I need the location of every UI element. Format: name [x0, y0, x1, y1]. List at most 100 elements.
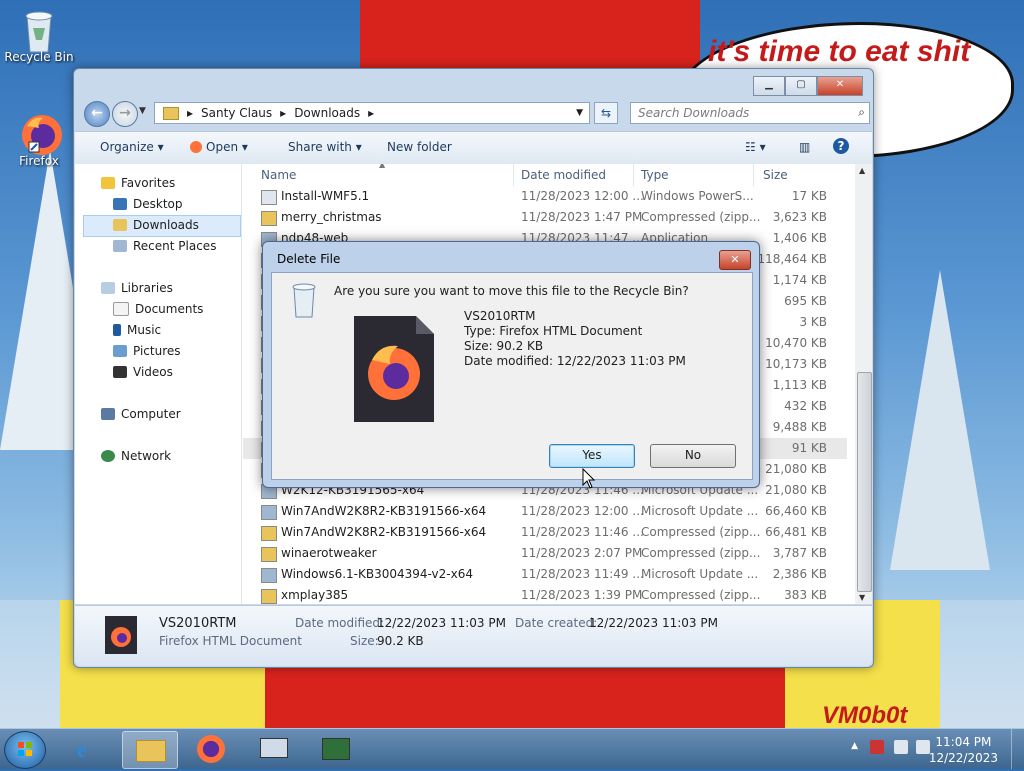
file-size: 118,464 KB	[757, 252, 827, 266]
desktop-icon-recycle-bin[interactable]: Recycle Bin	[4, 8, 74, 64]
nav-computer[interactable]: Computer	[101, 407, 181, 421]
pictures-icon	[113, 345, 127, 357]
search-input[interactable]: Search Downloads ⌕	[630, 102, 870, 124]
downloads-folder-icon	[113, 219, 127, 231]
help-icon[interactable]: ?	[833, 138, 849, 154]
taskbar-app-1[interactable]	[246, 731, 300, 767]
minimize-button[interactable]: ▁	[753, 76, 785, 96]
dialog-question: Are you sure you want to move this file …	[334, 284, 689, 298]
show-hidden-icons-icon[interactable]: ▲	[851, 741, 858, 751]
scroll-down-icon[interactable]: ▼	[859, 593, 865, 602]
recent-places-icon	[113, 240, 127, 252]
nav-libraries[interactable]: Libraries	[101, 281, 173, 295]
file-size: 17 KB	[791, 189, 827, 203]
details-size: 90.2 KB	[377, 634, 424, 648]
wallpaper-signature: VM0b0t	[822, 702, 908, 729]
nav-music[interactable]: Music	[113, 323, 161, 337]
dialog-file-type: Type: Firefox HTML Document	[464, 324, 643, 338]
file-type: Microsoft Update ...	[641, 504, 759, 518]
dialog-file-size: Size: 90.2 KB	[464, 339, 544, 353]
column-header-date[interactable]: Date modified	[517, 164, 634, 186]
dialog-file-date: Date modified: 12/22/2023 11:03 PM	[464, 354, 686, 368]
taskbar-firefox[interactable]	[184, 731, 238, 767]
taskbar-explorer[interactable]	[122, 731, 178, 769]
network-tray-icon[interactable]	[894, 740, 908, 754]
column-header-type[interactable]: Type	[637, 164, 754, 186]
scroll-up-icon[interactable]: ▲	[859, 166, 865, 175]
clock[interactable]: 11:04 PM 12/22/2023	[929, 734, 998, 766]
file-type: Compressed (zipp...	[641, 525, 761, 539]
close-button[interactable]: ✕	[817, 76, 863, 96]
file-type: Compressed (zipp...	[641, 210, 761, 224]
nav-documents[interactable]: Documents	[113, 302, 203, 316]
vertical-scrollbar[interactable]: ▲ ▼	[855, 164, 872, 604]
maximize-button[interactable]: ▢	[785, 76, 817, 96]
search-placeholder: Search Downloads	[638, 106, 750, 120]
navigation-bar: ← → ▼ ▸ Santy Claus ▸ Downloads ▸ ▼ ⇆ Se…	[82, 100, 870, 127]
show-desktop-button[interactable]	[1011, 729, 1024, 769]
open-button[interactable]: Open ▾	[190, 140, 248, 154]
search-icon[interactable]: ⌕	[858, 105, 865, 120]
column-header-name[interactable]: Name	[259, 164, 514, 186]
dialog-close-button[interactable]: ✕	[719, 250, 751, 270]
yes-button[interactable]: Yes	[549, 444, 635, 468]
file-size: 91 KB	[791, 441, 827, 455]
breadcrumb-downloads[interactable]: Downloads	[294, 106, 360, 120]
taskbar: e ▲ 11:04 PM 12/22/2023	[0, 728, 1024, 769]
back-button[interactable]: ←	[84, 101, 110, 127]
file-size: 1,113 KB	[772, 378, 827, 392]
file-size: 1,174 KB	[772, 273, 827, 287]
forward-button[interactable]: →	[112, 101, 138, 127]
file-row[interactable]: Windows6.1-KB3004394-v2-x64 11/28/2023 11…	[243, 564, 847, 585]
file-row[interactable]: Win7AndW2K8R2-KB3191566-x64 11/28/2023 12…	[243, 501, 847, 522]
share-with-button[interactable]: Share with ▾	[288, 140, 362, 154]
breadcrumb-santy-claus[interactable]: Santy Claus	[201, 106, 272, 120]
recent-pages-icon[interactable]: ▼	[139, 106, 146, 116]
column-header-size[interactable]: Size	[757, 164, 847, 186]
preview-pane-icon[interactable]: ▥	[799, 140, 810, 154]
start-button[interactable]	[4, 731, 46, 769]
ie-icon: e	[77, 737, 87, 762]
scrollbar-thumb[interactable]	[857, 372, 872, 592]
file-size: 383 KB	[784, 588, 827, 602]
dialog-file-info: VS2010RTM Type: Firefox HTML Document Si…	[464, 309, 686, 369]
no-button[interactable]: No	[650, 444, 736, 468]
nav-videos[interactable]: Videos	[113, 365, 173, 379]
computer-icon	[101, 408, 115, 420]
file-size: 3 KB	[799, 315, 827, 329]
file-row[interactable]: xmplay385 11/28/2023 1:39 PM Compressed (z…	[243, 585, 847, 604]
nav-favorites[interactable]: Favorites	[101, 176, 175, 190]
nav-pictures[interactable]: Pictures	[113, 344, 181, 358]
breadcrumb-sep-icon: ▸	[280, 106, 287, 120]
address-bar[interactable]: ▸ Santy Claus ▸ Downloads ▸ ▼	[154, 102, 590, 124]
address-dropdown-icon[interactable]: ▼	[576, 108, 583, 118]
nav-recent-places[interactable]: Recent Places	[113, 239, 216, 253]
new-folder-button[interactable]: New folder	[387, 140, 452, 154]
nav-desktop[interactable]: Desktop	[113, 197, 183, 211]
file-row[interactable]: Win7AndW2K8R2-KB3191566-x64 11/28/2023 11…	[243, 522, 847, 543]
file-name: merry_christmas	[281, 210, 382, 224]
view-options-icon[interactable]: ☷ ▾	[745, 140, 766, 154]
refresh-icon[interactable]: ⇆	[594, 102, 618, 124]
taskbar-internet-explorer[interactable]: e	[62, 731, 116, 767]
taskbar-app-2[interactable]	[308, 731, 362, 767]
details-date-created: 12/22/2023 11:03 PM	[589, 616, 718, 630]
nav-network[interactable]: Network	[101, 449, 171, 463]
file-size: 10,470 KB	[765, 336, 827, 350]
organize-button[interactable]: Organize ▾	[100, 140, 164, 154]
file-row[interactable]: winaerotweaker 11/28/2023 2:07 PM Compress…	[243, 543, 847, 564]
firefox-small-icon	[190, 141, 202, 153]
window-controls: ▁ ▢ ✕	[753, 76, 863, 96]
file-size: 2,386 KB	[772, 567, 827, 581]
desktop-icon-firefox[interactable]: Firefox	[4, 112, 74, 168]
action-center-icon[interactable]	[870, 740, 884, 754]
file-row[interactable]: Install-WMF5.1 11/28/2023 12:00 ... Window…	[243, 186, 847, 207]
details-date-created-label: Date created:	[515, 616, 598, 630]
nav-downloads[interactable]: Downloads	[113, 218, 199, 232]
file-name: Win7AndW2K8R2-KB3191566-x64	[281, 525, 487, 539]
documents-icon	[113, 302, 129, 316]
file-row[interactable]: merry_christmas 11/28/2023 1:47 PM Compres…	[243, 207, 847, 228]
file-date: 11/28/2023 11:46 ...	[521, 525, 644, 539]
firefox-icon	[19, 112, 62, 155]
terminal-app-icon	[322, 738, 350, 760]
